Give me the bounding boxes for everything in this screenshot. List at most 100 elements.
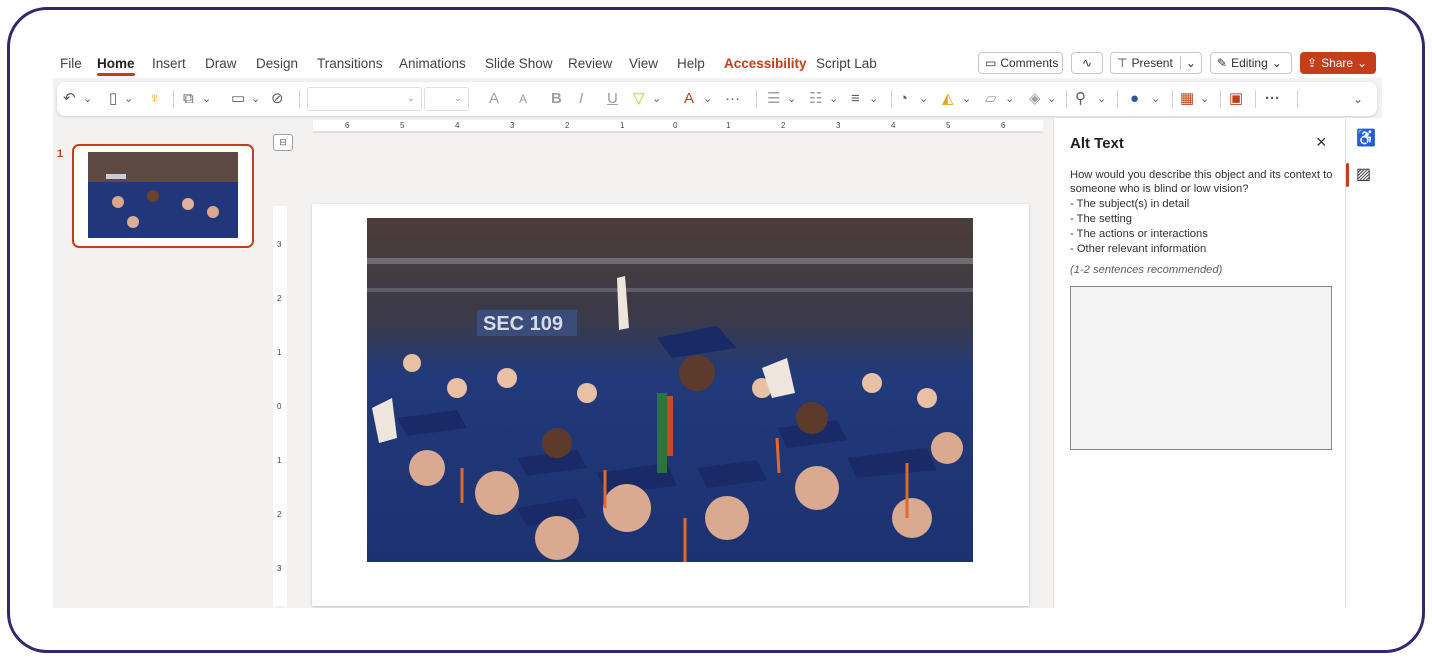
- add-in-icon[interactable]: ▣: [1229, 89, 1243, 109]
- tab-draw[interactable]: Draw: [205, 56, 237, 71]
- new-slide-icon[interactable]: ⧉: [183, 89, 194, 109]
- chevron-down-icon[interactable]: ⌄: [83, 89, 92, 109]
- chevron-down-icon[interactable]: ⌄: [1179, 56, 1196, 70]
- toolbar-divider: [1297, 90, 1298, 108]
- chevron-down-icon[interactable]: ⌄: [962, 89, 971, 109]
- chevron-down-icon[interactable]: ⌄: [703, 89, 712, 109]
- section-sign-text: SEC 109: [483, 313, 563, 335]
- align-icon[interactable]: ≡: [851, 89, 860, 109]
- alt-text-hint: (1-2 sentences recommended): [1070, 264, 1223, 276]
- editing-mode-button[interactable]: ✎ Editing ⌄: [1210, 52, 1292, 74]
- chevron-down-icon[interactable]: ⌄: [1097, 89, 1106, 109]
- chevron-down-icon[interactable]: ⌄: [869, 89, 878, 109]
- more-icon[interactable]: ···: [725, 89, 740, 109]
- tab-animations[interactable]: Animations: [399, 56, 466, 71]
- thumbnail-image: [88, 152, 238, 238]
- ruler-label: 3: [510, 121, 515, 130]
- highlight-icon[interactable]: ▽: [633, 89, 645, 109]
- shape-fill-icon[interactable]: ◭: [942, 89, 954, 109]
- tab-home[interactable]: Home: [97, 56, 135, 76]
- overflow-icon[interactable]: ···: [1265, 89, 1280, 109]
- font-size-decrease-icon[interactable]: A: [519, 89, 527, 109]
- font-color-icon[interactable]: A: [684, 89, 694, 109]
- active-indicator: [1346, 163, 1349, 187]
- font-size-select[interactable]: ⌄: [424, 87, 469, 111]
- close-icon[interactable]: ×: [1316, 132, 1327, 153]
- numbering-icon[interactable]: ☷: [809, 89, 822, 109]
- present-button[interactable]: ⊤ Present ⌄: [1110, 52, 1202, 74]
- chevron-down-icon[interactable]: ⌄: [1047, 89, 1056, 109]
- bold-icon[interactable]: B: [551, 89, 562, 109]
- chevron-down-icon: ⌄: [453, 93, 462, 104]
- slide-thumbnail[interactable]: [72, 144, 254, 248]
- graduation-photo[interactable]: SEC 109: [367, 218, 973, 562]
- alt-text-guideline: - The setting: [1070, 213, 1132, 225]
- ruler-label: 2: [781, 121, 786, 130]
- tab-script-lab[interactable]: Script Lab: [816, 56, 877, 71]
- ruler-label: 1: [277, 348, 282, 357]
- find-icon[interactable]: ⚲: [1075, 89, 1086, 109]
- tab-transitions[interactable]: Transitions: [317, 56, 383, 71]
- alt-text-instructions: someone who is blind or low vision?: [1070, 183, 1249, 195]
- alt-text-title: Alt Text: [1070, 135, 1124, 152]
- tab-design[interactable]: Design: [256, 56, 298, 71]
- tab-view[interactable]: View: [629, 56, 658, 71]
- comments-button[interactable]: ▭ Comments: [978, 52, 1063, 74]
- arrange-icon[interactable]: ◈: [1029, 89, 1041, 109]
- ribbon-toolbar: ↶ ⌄ ▯ ⌄ ♆ ⧉ ⌄ ▭ ⌄ ⊘ ⌄ ⌄ A A B I U ▽ ⌄ A …: [57, 82, 1377, 116]
- undo-icon[interactable]: ↶: [63, 89, 76, 109]
- clipboard-icon[interactable]: ▯: [109, 89, 117, 109]
- chevron-down-icon[interactable]: ⌄: [829, 89, 838, 109]
- slide-thumbnail-pane: 1: [53, 118, 273, 608]
- tab-insert[interactable]: Insert: [152, 56, 186, 71]
- hide-icon[interactable]: ⊘: [271, 89, 284, 109]
- format-painter-icon[interactable]: ♆: [149, 89, 160, 109]
- font-size-increase-icon[interactable]: A: [489, 89, 499, 109]
- underline-icon[interactable]: U: [607, 89, 618, 109]
- chevron-down-icon[interactable]: ⌄: [919, 89, 928, 109]
- slide[interactable]: SEC 109: [312, 204, 1029, 606]
- menu-bar: File Home Insert Draw Design Transitions…: [53, 48, 1382, 78]
- tab-review[interactable]: Review: [568, 56, 612, 71]
- share-icon: ⇪: [1307, 56, 1318, 70]
- italic-icon[interactable]: I: [579, 89, 583, 109]
- ruler-label: 0: [673, 121, 678, 130]
- chevron-down-icon[interactable]: ⌄: [1200, 89, 1209, 109]
- toolbar-divider: [1066, 90, 1067, 108]
- chevron-down-icon[interactable]: ⌄: [202, 89, 211, 109]
- powerpoint-window: File Home Insert Draw Design Transitions…: [53, 48, 1382, 608]
- alt-text-instructions: How would you describe this object and i…: [1070, 169, 1333, 181]
- dictate-icon[interactable]: ●: [1130, 89, 1139, 109]
- chevron-down-icon[interactable]: ⌄: [1005, 89, 1014, 109]
- layout-icon[interactable]: ▭: [231, 89, 245, 109]
- bullets-icon[interactable]: ☰: [767, 89, 780, 109]
- shapes-icon[interactable]: ◔: [899, 89, 908, 109]
- alt-text-guideline: - The actions or interactions: [1070, 228, 1208, 240]
- tab-help[interactable]: Help: [677, 56, 705, 71]
- chevron-down-icon[interactable]: ⌄: [124, 89, 133, 109]
- chevron-down-icon[interactable]: ⌄: [787, 89, 796, 109]
- toolbar-divider: [1117, 90, 1118, 108]
- alt-text-guideline: - The subject(s) in detail: [1070, 198, 1190, 210]
- expand-ribbon-icon[interactable]: ⌄: [1353, 89, 1363, 109]
- share-button[interactable]: ⇪ Share ⌄: [1300, 52, 1376, 74]
- alt-text-input[interactable]: [1070, 286, 1332, 450]
- tab-slide-show[interactable]: Slide Show: [485, 56, 553, 71]
- ruler-label: 1: [277, 456, 282, 465]
- accessibility-checker-icon[interactable]: ♿: [1356, 128, 1376, 148]
- share-label: Share: [1321, 56, 1354, 70]
- tab-accessibility[interactable]: Accessibility: [724, 56, 807, 71]
- ruler-label: 4: [455, 121, 460, 130]
- chevron-down-icon[interactable]: ⌄: [652, 89, 661, 109]
- alt-text-icon[interactable]: ▨: [1356, 164, 1371, 184]
- chevron-down-icon: ⌄: [406, 93, 415, 104]
- chevron-down-icon[interactable]: ⌄: [251, 89, 260, 109]
- font-family-select[interactable]: ⌄: [307, 87, 422, 111]
- tab-file[interactable]: File: [60, 56, 82, 71]
- chevron-down-icon[interactable]: ⌄: [1151, 89, 1160, 109]
- shape-outline-icon[interactable]: ▱: [985, 89, 997, 109]
- thumbnail-pane-toggle-button[interactable]: ⊟: [273, 134, 293, 151]
- designer-icon[interactable]: ▦: [1180, 89, 1194, 109]
- ruler-label: 6: [1001, 121, 1006, 130]
- catch-up-button[interactable]: ∿: [1071, 52, 1103, 74]
